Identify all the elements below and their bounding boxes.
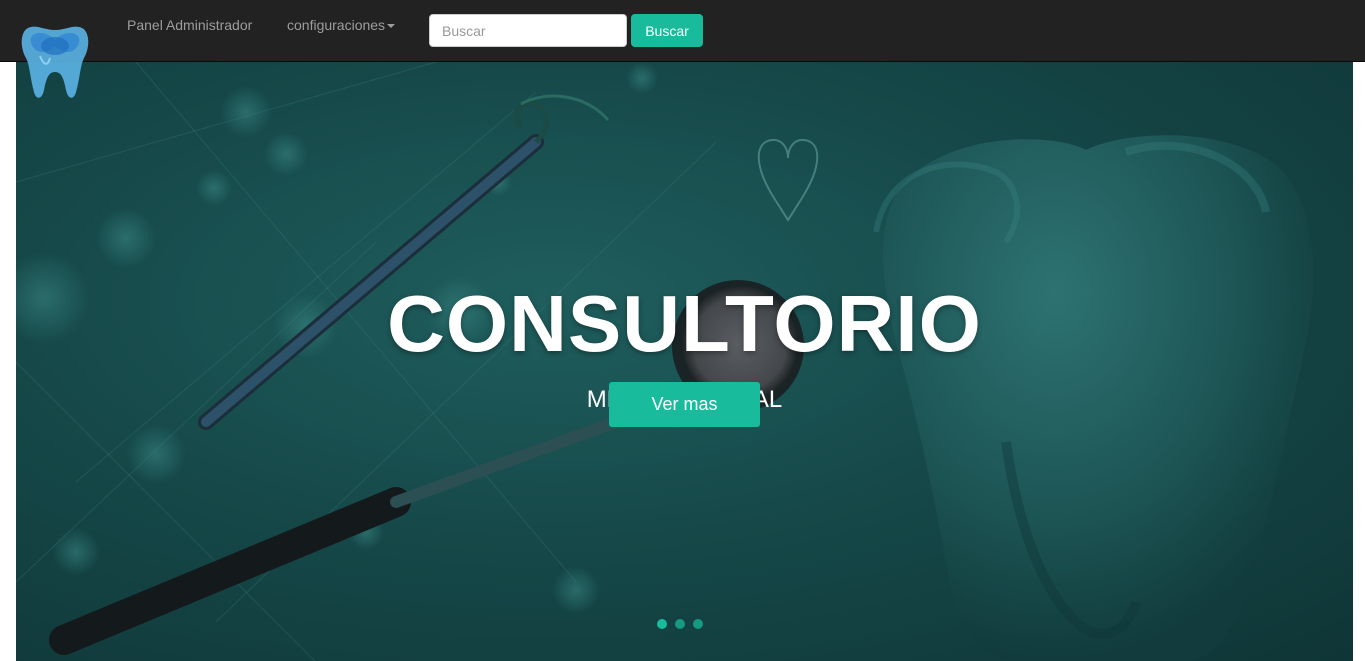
search-input[interactable]	[429, 14, 627, 47]
nav-admin-panel-link[interactable]: Panel Administrador	[127, 17, 252, 33]
carousel-indicator-3[interactable]	[693, 619, 703, 629]
carousel-indicators	[657, 616, 711, 629]
search-button[interactable]: Buscar	[631, 14, 703, 47]
carousel-indicator-2[interactable]	[675, 619, 685, 629]
ver-mas-button[interactable]: Ver mas	[609, 382, 760, 427]
top-navbar: Panel Administrador configuraciones Busc…	[0, 0, 1365, 62]
nav-config-dropdown[interactable]: configuraciones	[287, 17, 396, 33]
carousel-indicator-1[interactable]	[657, 619, 667, 629]
hero-title: CONSULTORIO	[387, 279, 982, 368]
nav-config-label: configuraciones	[287, 17, 386, 33]
hero-carousel: CONSULTORIO MEDICO DENTAL Ver mas	[16, 62, 1353, 661]
tooth-logo-icon[interactable]	[18, 22, 92, 100]
caret-down-icon	[387, 24, 396, 29]
